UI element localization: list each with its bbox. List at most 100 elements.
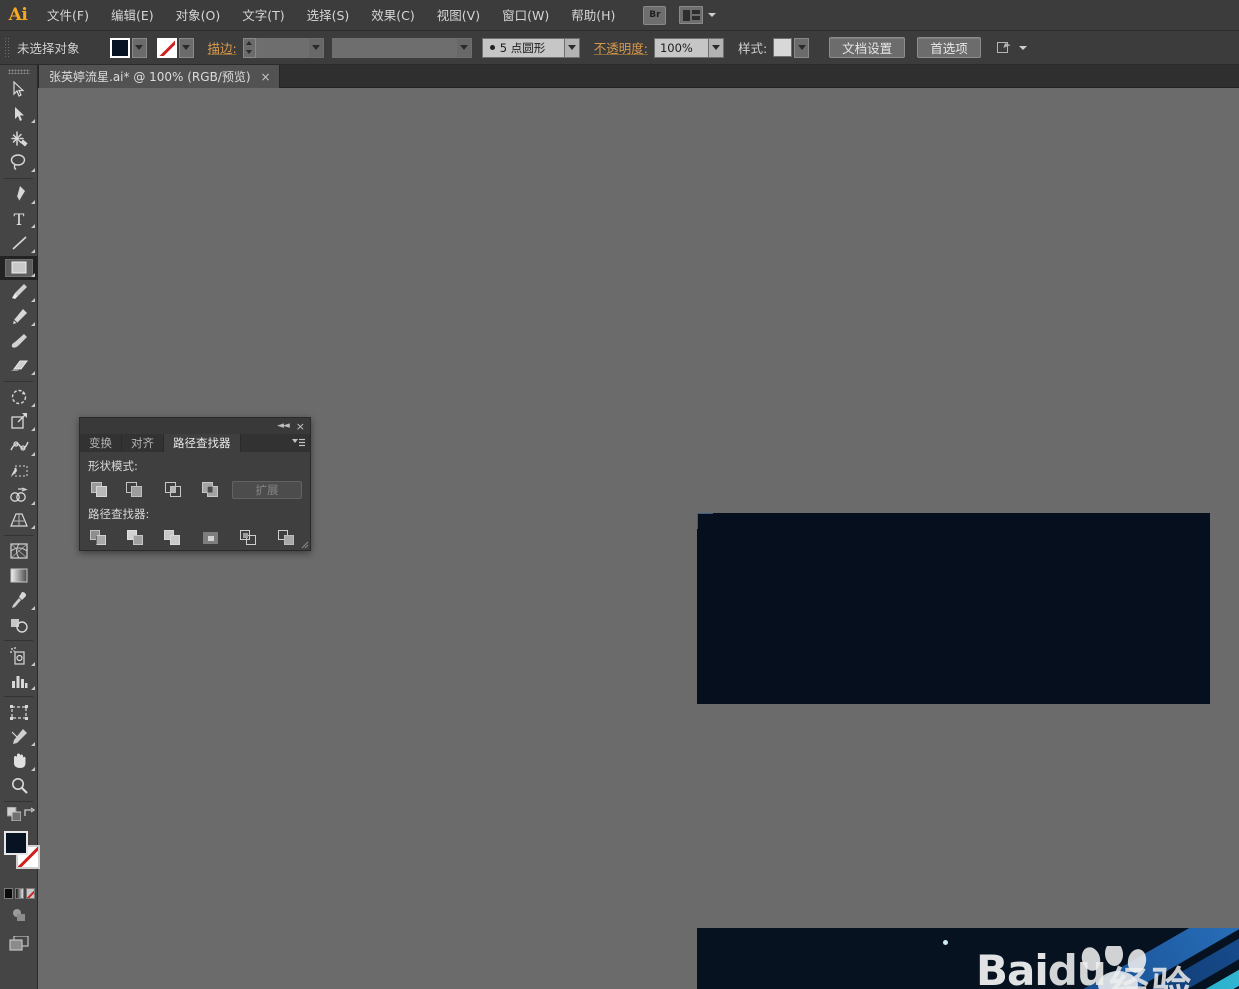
default-fill-stroke-icon[interactable] (7, 807, 21, 821)
column-graph-tool[interactable] (0, 669, 38, 694)
panel-resize-handle[interactable] (301, 541, 309, 549)
menu-object[interactable]: 对象(O) (165, 0, 232, 31)
stroke-weight-combo[interactable] (255, 37, 324, 58)
exclude-button[interactable] (199, 480, 221, 500)
hand-tool[interactable] (0, 749, 38, 774)
line-segment-tool[interactable] (0, 231, 38, 256)
minus-back-button[interactable] (276, 528, 298, 548)
magic-wand-tool[interactable] (0, 126, 38, 151)
stroke-swatch[interactable] (156, 37, 177, 58)
bridge-icon[interactable]: Br (643, 5, 667, 25)
stroke-dropdown-icon[interactable] (178, 37, 194, 58)
artboard-tool[interactable] (0, 700, 38, 725)
stroke-label[interactable]: 描边: (208, 38, 237, 57)
fill-swatch[interactable] (109, 37, 130, 58)
mesh-tool[interactable] (0, 539, 38, 564)
stroke-style-combo[interactable] (331, 37, 472, 58)
color-mode-gradient-icon[interactable] (15, 887, 24, 899)
outline-button[interactable] (238, 528, 260, 548)
trim-button[interactable] (125, 528, 147, 548)
free-transform-tool[interactable] (0, 459, 38, 484)
fill-color-indicator[interactable] (4, 831, 28, 855)
color-mode-none-icon[interactable] (26, 887, 35, 899)
shape-modes-row: 扩展 (88, 478, 302, 502)
crop-button[interactable] (200, 528, 222, 548)
menu-view[interactable]: 视图(V) (426, 0, 491, 31)
panel-tab-pathfinder[interactable]: 路径查找器 (164, 434, 241, 452)
panel-tab-transform[interactable]: 变换 (80, 434, 122, 452)
fill-dropdown-icon[interactable] (131, 37, 147, 58)
stroke-style-chevron-icon[interactable] (455, 38, 471, 57)
shape-builder-tool[interactable] (0, 483, 38, 508)
style-swatch-group[interactable] (773, 37, 810, 58)
perspective-grid-tool[interactable] (0, 508, 38, 533)
tool-group-indicator-icon (31, 766, 35, 771)
menu-select[interactable]: 选择(S) (296, 0, 361, 31)
opacity-chevron-icon[interactable] (707, 38, 723, 57)
fill-swatch-group[interactable] (109, 37, 147, 58)
style-chevron-icon[interactable] (794, 37, 810, 58)
direct-selection-tool[interactable] (0, 102, 38, 127)
minus-front-button[interactable] (123, 480, 145, 500)
brush-profile-combo[interactable]: 5 点圆形 (481, 37, 580, 58)
stroke-swatch-group[interactable] (156, 37, 194, 58)
selection-tool[interactable] (0, 77, 38, 102)
menu-help[interactable]: 帮助(H) (560, 0, 626, 31)
opacity-combo[interactable]: 100% (653, 37, 724, 58)
menu-window[interactable]: 窗口(W) (491, 0, 560, 31)
close-icon[interactable]: × (261, 71, 271, 83)
pen-tool[interactable] (0, 182, 38, 207)
swap-fill-stroke-icon[interactable] (24, 807, 36, 819)
blend-tool[interactable] (0, 613, 38, 638)
style-swatch[interactable] (773, 38, 793, 57)
eraser-tool[interactable] (0, 354, 38, 379)
panel-title-bar[interactable]: ◄◄ × (80, 418, 310, 434)
pencil-tool[interactable] (0, 305, 38, 330)
drawing-mode-button[interactable] (0, 901, 38, 929)
preferences-button[interactable]: 首选项 (917, 37, 981, 58)
lasso-tool[interactable] (0, 151, 38, 176)
gradient-tool[interactable] (0, 564, 38, 589)
brush-profile-chevron-icon[interactable] (563, 38, 579, 57)
symbol-sprayer-tool[interactable] (0, 644, 38, 669)
zoom-tool[interactable] (0, 774, 38, 799)
collapse-icon[interactable]: ◄◄ (277, 421, 290, 431)
divide-button[interactable] (88, 528, 110, 548)
document-setup-button[interactable]: 文档设置 (829, 37, 906, 58)
slice-tool[interactable] (0, 725, 38, 750)
rectangle-tool[interactable] (0, 255, 38, 280)
screen-mode-button[interactable] (0, 929, 38, 957)
pathfinder-panel[interactable]: ◄◄ × 变换 对齐 路径查找器 形状模式: 扩展 路径查找器: (79, 417, 311, 551)
menu-effect[interactable]: 效果(C) (360, 0, 425, 31)
expand-button[interactable]: 扩展 (232, 481, 302, 499)
control-bar-grip[interactable] (4, 36, 11, 59)
width-tool[interactable] (0, 434, 38, 459)
select-similar-icon[interactable] (996, 41, 1014, 55)
eyedropper-tool[interactable] (0, 588, 38, 613)
menu-edit[interactable]: 编辑(E) (100, 0, 165, 31)
rotate-tool[interactable] (0, 385, 38, 410)
stroke-weight-stepper[interactable] (242, 37, 256, 58)
artwork-rectangle-top[interactable] (697, 513, 1210, 704)
blob-brush-tool[interactable] (0, 329, 38, 354)
select-similar-chevron-icon[interactable] (1018, 45, 1027, 50)
tools-panel-grip[interactable] (0, 65, 37, 77)
scale-tool[interactable] (0, 410, 38, 435)
color-mode-solid-icon[interactable] (4, 887, 13, 899)
type-tool[interactable]: T (0, 207, 38, 232)
menu-file[interactable]: 文件(F) (36, 0, 100, 31)
panel-tab-align[interactable]: 对齐 (122, 434, 164, 452)
chevron-down-icon[interactable] (708, 13, 717, 17)
merge-button[interactable] (162, 528, 184, 548)
opacity-label[interactable]: 不透明度: (594, 38, 648, 57)
panel-menu-icon[interactable] (292, 438, 305, 448)
selection-status-label: 未选择对象 (17, 41, 80, 56)
arrange-documents-icon[interactable] (679, 6, 704, 24)
unite-button[interactable] (88, 480, 110, 500)
panel-close-icon[interactable]: × (296, 421, 305, 432)
menu-type[interactable]: 文字(T) (231, 0, 295, 31)
intersect-button[interactable] (162, 480, 184, 500)
paintbrush-tool[interactable] (0, 280, 38, 305)
document-tab[interactable]: 张英婷流星.ai* @ 100% (RGB/预览) × (38, 65, 280, 88)
stroke-weight-chevron-icon[interactable] (307, 38, 323, 57)
